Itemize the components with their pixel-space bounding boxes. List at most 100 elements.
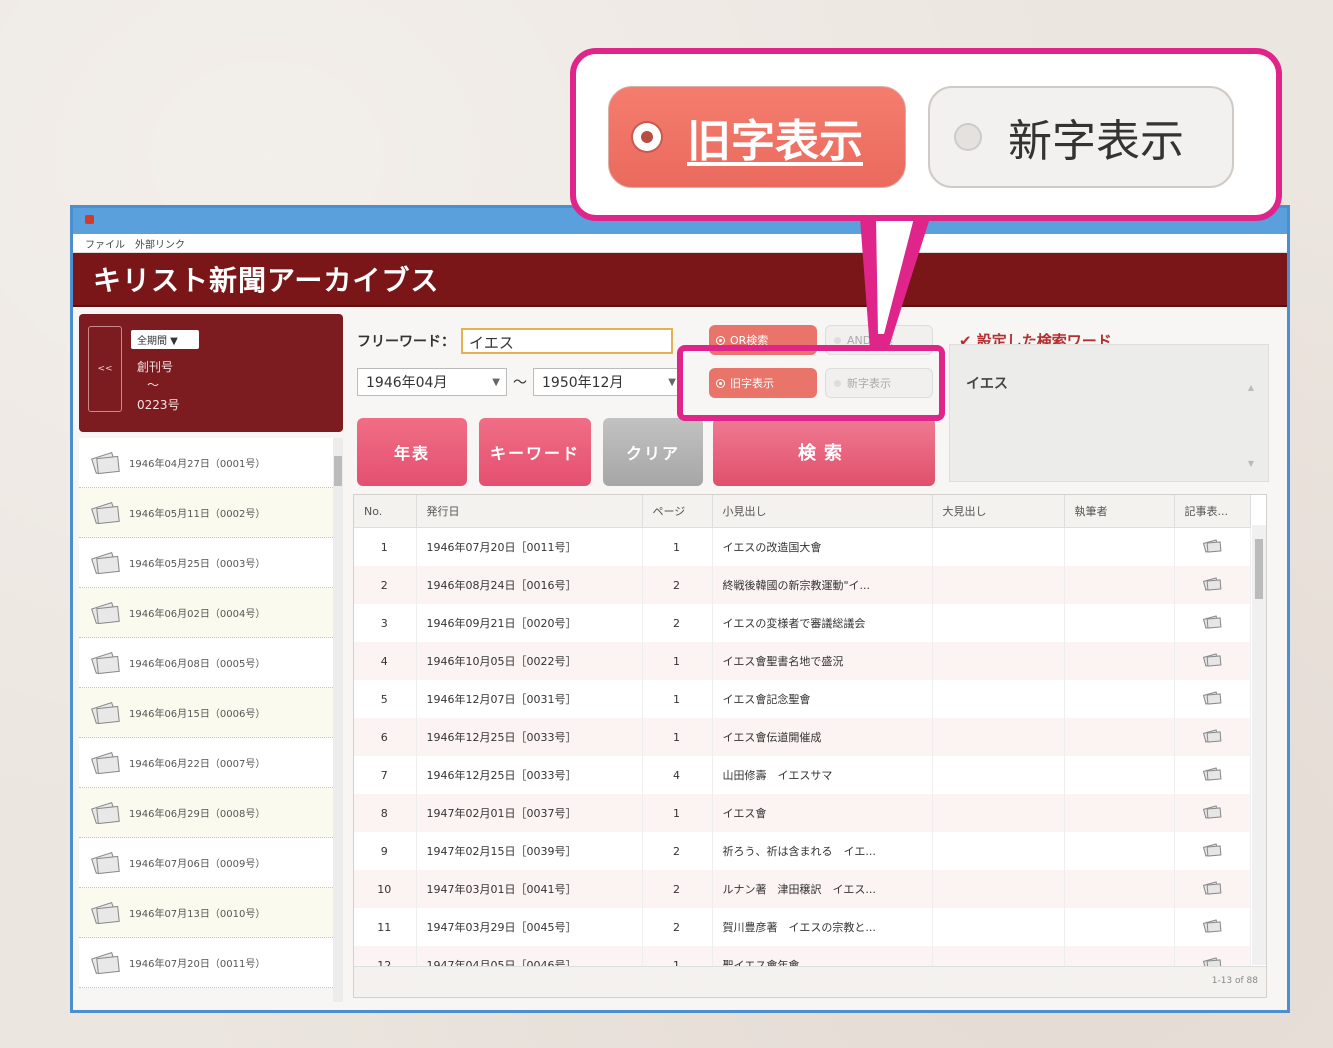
free-word-label: フリーワード： (357, 334, 455, 350)
newspaper-icon (91, 901, 120, 924)
date-from-select[interactable]: 1946年04月 ▼ (357, 368, 507, 396)
issue-item[interactable]: 1946年06月02日（0004号） (79, 588, 333, 638)
chevron-down-icon: ▼ (492, 377, 500, 388)
period-select[interactable]: 全期間 ▼ (131, 330, 199, 349)
newspaper-icon[interactable] (1202, 691, 1221, 705)
table-cell (932, 908, 1065, 946)
article-view-cell[interactable] (1174, 870, 1251, 908)
volume-range-box: << 全期間 ▼ 創刊号 〜 0223号 (79, 314, 343, 432)
table-row[interactable]: 1 1946年07月20日［0011号］ 1 イエスの改造国大會 (354, 527, 1251, 566)
newspaper-icon[interactable] (1202, 653, 1221, 667)
newspaper-icon (91, 601, 120, 624)
column-header-page[interactable]: ページ (642, 495, 713, 528)
article-view-cell[interactable] (1174, 527, 1251, 566)
article-view-cell[interactable] (1174, 718, 1251, 756)
newspaper-icon (91, 801, 120, 824)
issue-item[interactable]: 1946年05月25日（0003号） (79, 538, 333, 588)
table-cell (1064, 756, 1175, 794)
table-cell (1064, 794, 1175, 832)
newspaper-icon[interactable] (1202, 843, 1221, 857)
menu-file[interactable]: ファイル (85, 236, 125, 251)
search-button[interactable]: 検索 (713, 418, 935, 486)
newspaper-icon[interactable] (1202, 729, 1221, 743)
radio-selected-icon (717, 336, 724, 344)
article-view-cell[interactable] (1174, 642, 1251, 680)
table-cell: 1947年03月01日［0041号］ (416, 870, 643, 908)
issue-item[interactable]: 1946年04月27日（0001号） (79, 438, 333, 488)
table-cell: 山田修壽 イエスサマ (712, 756, 933, 794)
table-cell: 5 (354, 680, 417, 718)
app-icon (85, 215, 94, 224)
issue-list-scrollbar[interactable] (333, 438, 343, 1002)
issue-item[interactable]: 1946年06月15日（0006号） (79, 688, 333, 738)
article-view-cell[interactable] (1174, 604, 1251, 642)
table-cell: 1 (642, 718, 713, 756)
column-header-subheading[interactable]: 小見出し (712, 495, 933, 528)
date-to-select[interactable]: 1950年12月 ▼ (533, 368, 683, 396)
issue-item[interactable]: 1946年06月22日（0007号） (79, 738, 333, 788)
results-table: No. 発行日 ページ 小見出し 大見出し 執筆者 記事表... 1 1946年0… (353, 494, 1267, 998)
table-row[interactable]: 4 1946年10月05日［0022号］ 1 イエス會聖書名地で盛況 (354, 642, 1251, 680)
issue-item[interactable]: 1946年06月08日（0005号） (79, 638, 333, 688)
newspaper-icon[interactable] (1202, 805, 1221, 819)
keyword-box[interactable]: イエス ▲ ▼ (949, 344, 1269, 482)
table-cell: 1946年12月25日［0033号］ (416, 718, 643, 756)
volume-start: 創刊号 (137, 360, 174, 374)
newspaper-icon[interactable] (1202, 919, 1221, 933)
newspaper-icon[interactable] (1202, 615, 1221, 629)
column-header-date[interactable]: 発行日 (416, 495, 643, 528)
zoom-old-char-radio[interactable]: 旧字表示 (608, 86, 906, 188)
table-cell: 9 (354, 832, 417, 870)
column-header-article-view[interactable]: 記事表... (1174, 495, 1251, 528)
table-scrollbar[interactable] (1252, 525, 1266, 965)
scrollbar-thumb[interactable] (334, 456, 342, 486)
newspaper-icon[interactable] (1202, 539, 1221, 553)
issue-item[interactable]: 1946年07月06日（0009号） (79, 838, 333, 888)
article-view-cell[interactable] (1174, 756, 1251, 794)
column-header-author[interactable]: 執筆者 (1064, 495, 1175, 528)
table-row[interactable]: 2 1946年08月24日［0016号］ 2 終戦後韓國の新宗教運動"イ... (354, 566, 1251, 604)
article-view-cell[interactable] (1174, 680, 1251, 718)
table-cell: イエス會伝道開催成 (712, 718, 933, 756)
collapse-button[interactable]: << (88, 326, 122, 412)
scroll-down-icon[interactable]: ▼ (1248, 459, 1254, 468)
table-cell: イエス會記念聖會 (712, 680, 933, 718)
issue-item[interactable]: 1946年06月29日（0008号） (79, 788, 333, 838)
table-cell: 6 (354, 718, 417, 756)
table-row[interactable]: 10 1947年03月01日［0041号］ 2 ルナン著 津田穣訳 イエス... (354, 870, 1251, 908)
zoom-new-char-radio[interactable]: 新字表示 (928, 86, 1234, 188)
chronology-button[interactable]: 年表 (357, 418, 467, 486)
table-row[interactable]: 5 1946年12月07日［0031号］ 1 イエス會記念聖會 (354, 680, 1251, 718)
issue-item[interactable]: 1946年05月11日（0002号） (79, 488, 333, 538)
article-view-cell[interactable] (1174, 832, 1251, 870)
scrollbar-thumb[interactable] (1255, 539, 1263, 599)
clear-button[interactable]: クリア (603, 418, 703, 486)
column-header-heading[interactable]: 大見出し (932, 495, 1065, 528)
article-view-cell[interactable] (1174, 566, 1251, 604)
newspaper-icon[interactable] (1202, 767, 1221, 781)
issue-item[interactable]: 1946年07月20日（0011号） (79, 938, 333, 988)
table-row[interactable]: 9 1947年02月15日［0039号］ 2 祈ろう、祈は含まれる イエ... (354, 832, 1251, 870)
article-view-cell[interactable] (1174, 794, 1251, 832)
table-row[interactable]: 6 1946年12月25日［0033号］ 1 イエス會伝道開催成 (354, 718, 1251, 756)
keyword-button[interactable]: キーワード (479, 418, 591, 486)
table-row[interactable]: 3 1946年09月21日［0020号］ 2 イエスの変様者で審議総議会 (354, 604, 1251, 642)
table-row[interactable]: 7 1946年12月25日［0033号］ 4 山田修壽 イエスサマ (354, 756, 1251, 794)
table-cell: 1946年10月05日［0022号］ (416, 642, 643, 680)
result-count: 1-13 of 88 (1211, 976, 1258, 986)
issue-item[interactable]: 1946年07月13日（0010号） (79, 888, 333, 938)
table-cell: 11 (354, 908, 417, 946)
table-cell (932, 718, 1065, 756)
newspaper-icon (91, 951, 120, 974)
article-view-cell[interactable] (1174, 908, 1251, 946)
newspaper-icon[interactable] (1202, 577, 1221, 591)
table-row[interactable]: 11 1947年03月29日［0045号］ 2 賀川豊彦著 イエスの宗教と... (354, 908, 1251, 946)
scroll-up-icon[interactable]: ▲ (1248, 383, 1254, 392)
column-header-no[interactable]: No. (354, 495, 417, 528)
table-cell (932, 794, 1065, 832)
newspaper-icon[interactable] (1202, 881, 1221, 895)
table-cell (1064, 908, 1175, 946)
table-row[interactable]: 8 1947年02月01日［0037号］ 1 イエス會 (354, 794, 1251, 832)
menu-external-links[interactable]: 外部リンク (135, 236, 185, 251)
free-word-input[interactable]: イエス (461, 328, 673, 354)
